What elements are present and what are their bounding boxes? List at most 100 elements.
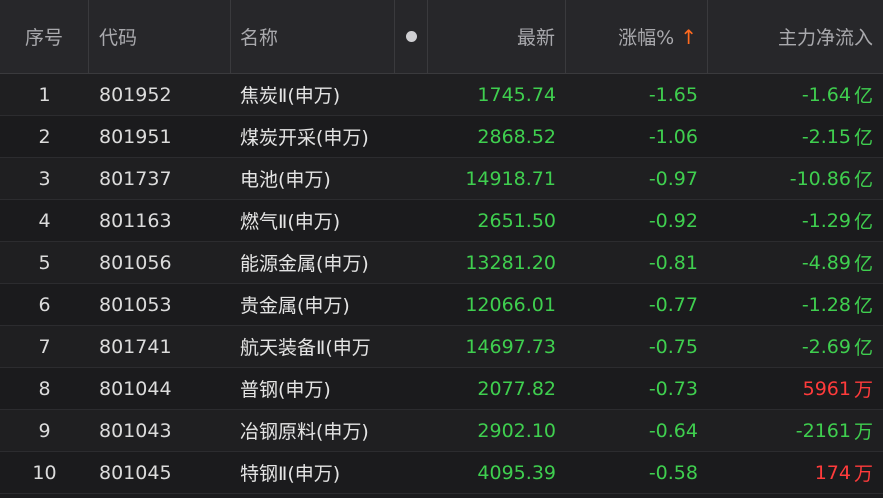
table-row[interactable]: 6 801053 贵金属(申万) 12066.01 -0.77 -1.28 亿 (0, 284, 883, 326)
row-flow: 174 万 (708, 452, 883, 493)
row-flow-value: -1.28 (801, 293, 851, 316)
row-last: 2902.10 (477, 419, 556, 442)
row-last: 1745.74 (477, 83, 556, 106)
row-last: 13281.20 (465, 251, 556, 274)
row-marker (395, 116, 428, 157)
row-code: 801043 (99, 419, 172, 442)
row-flow: -4.89 亿 (708, 242, 883, 283)
row-code: 801163 (99, 209, 172, 232)
row-marker (395, 410, 428, 451)
row-flow-unit: 亿 (853, 85, 873, 107)
row-last: 14697.73 (465, 335, 556, 358)
row-marker (395, 326, 428, 367)
row-last: 4095.39 (477, 461, 556, 484)
row-flow-unit: 万 (853, 379, 873, 401)
row-flow-unit: 亿 (853, 295, 873, 317)
row-flow-value: 5961 (802, 377, 851, 400)
table-header: 序号 代码 名称 最新 涨幅% ↑ 主力净流入 (0, 0, 883, 74)
row-marker (395, 158, 428, 199)
row-flow-value: 174 (814, 461, 851, 484)
row-last: 2651.50 (477, 209, 556, 232)
row-change: -0.81 (648, 251, 698, 274)
row-last: 2077.82 (477, 377, 556, 400)
row-code: 801056 (99, 251, 172, 274)
row-code: 801951 (99, 125, 172, 148)
row-flow-value: -4.89 (801, 251, 851, 274)
row-flow-unit: 万 (853, 463, 873, 485)
table-row[interactable]: 4 801163 燃气Ⅱ(申万) 2651.50 -0.92 -1.29 亿 (0, 200, 883, 242)
row-marker (395, 242, 428, 283)
col-header-change-label: 涨幅% (618, 27, 675, 49)
col-header-main-flow[interactable]: 主力净流入 (708, 0, 883, 73)
col-header-no[interactable]: 序号 (0, 0, 89, 73)
table-row[interactable]: 5 801056 能源金属(申万) 13281.20 -0.81 -4.89 亿 (0, 242, 883, 284)
row-change: -0.58 (648, 461, 698, 484)
row-flow: -2.69 亿 (708, 326, 883, 367)
table-row[interactable]: 2 801951 煤炭开采(申万) 2868.52 -1.06 -2.15 亿 (0, 116, 883, 158)
row-no: 8 (38, 377, 51, 400)
col-header-flow-label: 主力净流入 (777, 27, 873, 49)
row-flow: -2161 万 (708, 410, 883, 451)
row-change: -1.06 (648, 125, 698, 148)
row-flow-unit: 亿 (853, 253, 873, 275)
table-row[interactable]: 7 801741 航天装备Ⅱ(申万 14697.73 -0.75 -2.69 亿 (0, 326, 883, 368)
row-name: 冶钢原料(申万) (240, 421, 369, 443)
table-row[interactable]: 9 801043 冶钢原料(申万) 2902.10 -0.64 -2161 万 (0, 410, 883, 452)
sort-up-arrow-icon: ↑ (680, 24, 697, 49)
col-header-code[interactable]: 代码 (89, 0, 231, 73)
table-row[interactable]: 10 801045 特钢Ⅱ(申万) 4095.39 -0.58 174 万 (0, 452, 883, 494)
table-body: 1 801952 焦炭Ⅱ(申万) 1745.74 -1.65 -1.64 亿 2 … (0, 74, 883, 494)
row-no: 6 (38, 293, 51, 316)
row-flow-value: -1.64 (801, 83, 851, 106)
row-flow-value: -1.29 (801, 209, 851, 232)
col-header-last-label: 最新 (516, 27, 555, 49)
row-change: -0.92 (648, 209, 698, 232)
row-flow-value: -2161 (795, 419, 851, 442)
row-name: 电池(申万) (240, 169, 331, 191)
col-header-name[interactable]: 名称 (231, 0, 395, 73)
row-flow: -1.64 亿 (708, 74, 883, 115)
row-marker (395, 200, 428, 241)
row-flow-value: -10.86 (789, 167, 851, 190)
col-header-name-label: 名称 (240, 27, 279, 49)
table-row[interactable]: 3 801737 电池(申万) 14918.71 -0.97 -10.86 亿 (0, 158, 883, 200)
table-row[interactable]: 1 801952 焦炭Ⅱ(申万) 1745.74 -1.65 -1.64 亿 (0, 74, 883, 116)
row-change: -0.73 (648, 377, 698, 400)
row-no: 1 (38, 83, 51, 106)
row-code: 801952 (99, 83, 172, 106)
row-name: 航天装备Ⅱ(申万 (240, 337, 371, 359)
row-name: 普钢(申万) (240, 379, 331, 401)
row-flow: -1.29 亿 (708, 200, 883, 241)
row-marker (395, 452, 428, 493)
col-header-change-pct[interactable]: 涨幅% ↑ (566, 0, 708, 73)
row-flow-unit: 亿 (853, 127, 873, 149)
row-name: 特钢Ⅱ(申万) (240, 463, 341, 485)
row-name: 能源金属(申万) (240, 253, 369, 275)
row-code: 801741 (99, 335, 172, 358)
row-no: 5 (38, 251, 51, 274)
col-header-code-label: 代码 (99, 27, 138, 49)
row-name: 焦炭Ⅱ(申万) (240, 85, 341, 107)
row-change: -0.97 (648, 167, 698, 190)
row-code: 801053 (99, 293, 172, 316)
row-marker (395, 284, 428, 325)
row-no: 4 (38, 209, 51, 232)
col-header-last[interactable]: 最新 (428, 0, 566, 73)
row-code: 801737 (99, 167, 172, 190)
row-flow-unit: 亿 (853, 169, 873, 191)
sector-quote-table: 序号 代码 名称 最新 涨幅% ↑ 主力净流入 1 801952 焦炭Ⅱ(申万)… (0, 0, 883, 498)
row-flow: -2.15 亿 (708, 116, 883, 157)
row-no: 10 (32, 461, 57, 484)
row-last: 12066.01 (465, 293, 556, 316)
row-change: -0.64 (648, 419, 698, 442)
row-code: 801045 (99, 461, 172, 484)
row-change: -1.65 (648, 83, 698, 106)
table-row[interactable]: 8 801044 普钢(申万) 2077.82 -0.73 5961 万 (0, 368, 883, 410)
row-name: 贵金属(申万) (240, 295, 350, 317)
row-flow-value: -2.15 (801, 125, 851, 148)
row-code: 801044 (99, 377, 172, 400)
row-no: 2 (38, 125, 51, 148)
col-header-marker[interactable] (395, 0, 428, 73)
row-flow-unit: 亿 (853, 337, 873, 359)
row-flow-unit: 万 (853, 421, 873, 443)
